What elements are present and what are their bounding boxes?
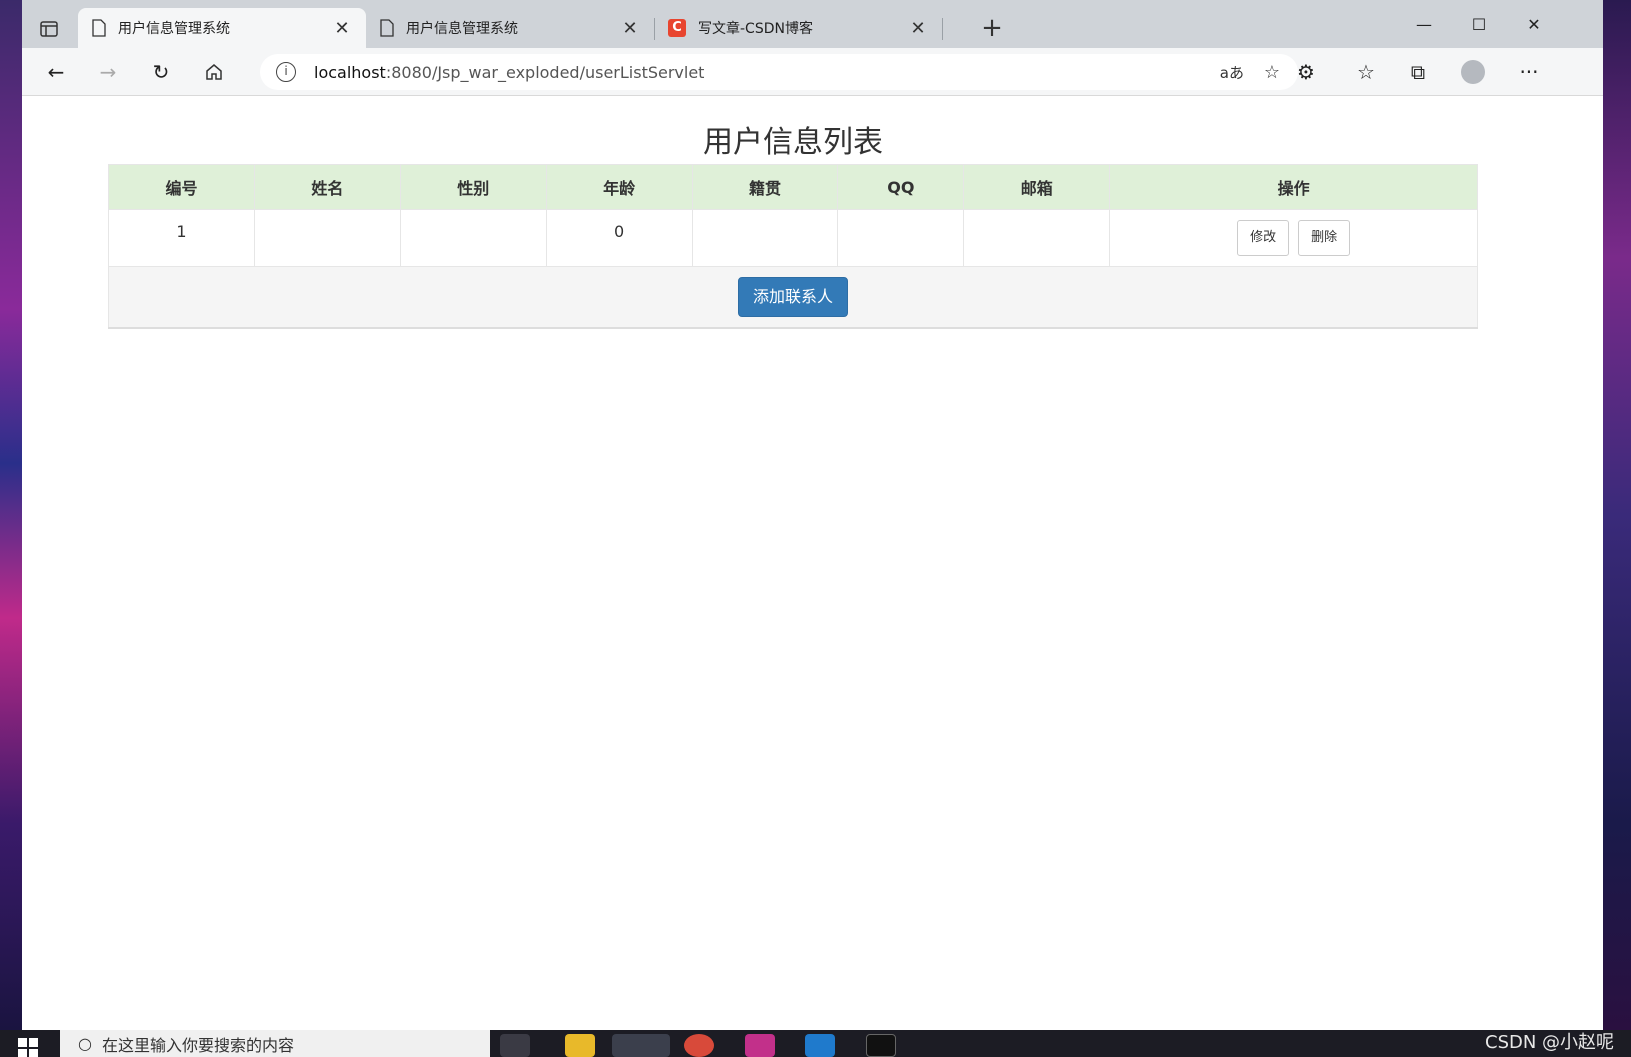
extensions-button[interactable]: ⚙ bbox=[1290, 56, 1322, 88]
file-explorer-icon[interactable] bbox=[565, 1034, 595, 1057]
tab-strip: 用户信息管理系统 ✕ 用户信息管理系统 ✕ C 写文章-CSDN博客 ✕ + —… bbox=[22, 0, 1603, 48]
column-header: 邮箱 bbox=[963, 164, 1111, 210]
desktop-wallpaper-left bbox=[0, 0, 22, 1030]
minimize-button[interactable]: — bbox=[1404, 10, 1444, 40]
column-header: 编号 bbox=[108, 164, 255, 210]
windows-start-icon[interactable] bbox=[18, 1038, 38, 1057]
desktop-wallpaper-right bbox=[1603, 0, 1631, 1030]
url-host: localhost bbox=[314, 62, 386, 82]
favorites-icon: ☆ bbox=[1357, 60, 1375, 84]
avatar bbox=[1461, 60, 1485, 84]
refresh-icon: ↻ bbox=[152, 60, 170, 84]
more-button[interactable]: ··· bbox=[1513, 56, 1545, 88]
table-header-row: 编号 姓名 性别 年龄 籍贯 QQ 邮箱 操作 bbox=[108, 164, 1478, 210]
taskbar-search[interactable]: ○ 在这里输入你要搜索的内容 bbox=[60, 1030, 490, 1057]
favorites-button[interactable]: ☆ bbox=[1350, 56, 1382, 88]
cell-actions: 修改 删除 bbox=[1109, 209, 1478, 267]
add-favorite-icon[interactable]: ☆ bbox=[1264, 62, 1280, 83]
page-icon bbox=[380, 19, 394, 37]
cell-age: 0 bbox=[545, 209, 693, 267]
refresh-button[interactable]: ↻ bbox=[145, 56, 177, 88]
cell-gender bbox=[399, 209, 547, 267]
column-header: QQ bbox=[837, 164, 965, 210]
intellij-icon[interactable] bbox=[745, 1034, 775, 1057]
page-content: 用户信息列表 编号 姓名 性别 年龄 籍贯 QQ 邮箱 操作 1 0 修改 删除… bbox=[22, 97, 1603, 1030]
close-icon[interactable]: ✕ bbox=[332, 18, 352, 39]
column-header: 性别 bbox=[399, 164, 547, 210]
home-button[interactable] bbox=[198, 56, 230, 88]
cell-email bbox=[963, 209, 1111, 267]
footer-cell: 添加联系人 bbox=[108, 266, 1478, 329]
address-bar[interactable]: i localhost:8080/Jsp_war_exploded/userLi… bbox=[260, 54, 1298, 90]
add-contact-button[interactable]: 添加联系人 bbox=[737, 276, 848, 317]
new-tab-button[interactable]: + bbox=[977, 14, 1007, 44]
puzzle-icon: ⚙ bbox=[1297, 60, 1315, 84]
profile-button[interactable] bbox=[1457, 56, 1489, 88]
search-placeholder: 在这里输入你要搜索的内容 bbox=[101, 1035, 294, 1055]
table-row: 1 0 修改 删除 bbox=[108, 209, 1478, 267]
tab-actions-button[interactable] bbox=[34, 14, 64, 44]
read-aloud-icon[interactable]: aあ bbox=[1220, 62, 1244, 83]
tab-3[interactable]: C 写文章-CSDN博客 ✕ bbox=[654, 8, 942, 48]
browser-toolbar: ← → ↻ i localhost:8080/Jsp_war_exploded/… bbox=[22, 48, 1603, 96]
table-footer-row: 添加联系人 bbox=[108, 266, 1478, 329]
task-view-icon[interactable] bbox=[500, 1034, 530, 1057]
close-icon[interactable]: ✕ bbox=[908, 18, 928, 39]
cell-qq bbox=[837, 209, 965, 267]
more-icon: ··· bbox=[1519, 60, 1539, 84]
forward-button[interactable]: → bbox=[92, 56, 124, 88]
collections-icon: ⧉ bbox=[1410, 60, 1426, 84]
back-button[interactable]: ← bbox=[40, 56, 72, 88]
close-window-button[interactable]: ✕ bbox=[1514, 10, 1554, 40]
arrow-left-icon: ← bbox=[47, 60, 65, 84]
page-icon bbox=[92, 19, 106, 37]
page-title: 用户信息列表 bbox=[703, 125, 883, 160]
terminal-icon[interactable] bbox=[866, 1034, 896, 1057]
url-path: :8080/Jsp_war_exploded/userListServlet bbox=[385, 62, 705, 82]
vscode-icon[interactable] bbox=[805, 1034, 835, 1057]
close-icon[interactable]: ✕ bbox=[620, 18, 640, 39]
taskbar: ○ 在这里输入你要搜索的内容 bbox=[0, 1030, 1631, 1057]
csdn-logo-icon: C bbox=[668, 19, 686, 37]
cell-id: 1 bbox=[108, 209, 255, 267]
collections-button[interactable]: ⧉ bbox=[1402, 56, 1434, 88]
chrome-icon[interactable] bbox=[684, 1034, 714, 1057]
cell-name bbox=[253, 209, 401, 267]
maximize-button[interactable]: ☐ bbox=[1459, 10, 1499, 40]
tab-title: 写文章-CSDN博客 bbox=[698, 21, 813, 37]
column-header: 籍贯 bbox=[691, 164, 839, 210]
tab-title: 用户信息管理系统 bbox=[118, 21, 230, 37]
edge-icon[interactable] bbox=[612, 1034, 670, 1057]
tab-active[interactable]: 用户信息管理系统 ✕ bbox=[78, 8, 366, 48]
info-icon[interactable]: i bbox=[276, 62, 296, 82]
arrow-right-icon: → bbox=[99, 60, 117, 84]
tab-divider bbox=[942, 18, 943, 40]
edit-button[interactable]: 修改 bbox=[1237, 220, 1290, 256]
home-icon bbox=[206, 64, 222, 80]
tab-title: 用户信息管理系统 bbox=[406, 21, 518, 37]
cell-hometown bbox=[691, 209, 839, 267]
column-header: 姓名 bbox=[253, 164, 401, 210]
search-icon: ○ bbox=[78, 1034, 92, 1053]
tab-actions-icon bbox=[40, 21, 58, 37]
watermark: CSDN @小赵呢 bbox=[1485, 1032, 1615, 1053]
delete-button[interactable]: 删除 bbox=[1298, 220, 1351, 256]
tab-2[interactable]: 用户信息管理系统 ✕ bbox=[366, 8, 654, 48]
column-header: 操作 bbox=[1109, 164, 1478, 210]
browser-window: 用户信息管理系统 ✕ 用户信息管理系统 ✕ C 写文章-CSDN博客 ✕ + —… bbox=[22, 0, 1603, 1030]
user-table: 编号 姓名 性别 年龄 籍贯 QQ 邮箱 操作 1 0 修改 删除 添加联系人 bbox=[108, 164, 1478, 329]
column-header: 年龄 bbox=[545, 164, 693, 210]
